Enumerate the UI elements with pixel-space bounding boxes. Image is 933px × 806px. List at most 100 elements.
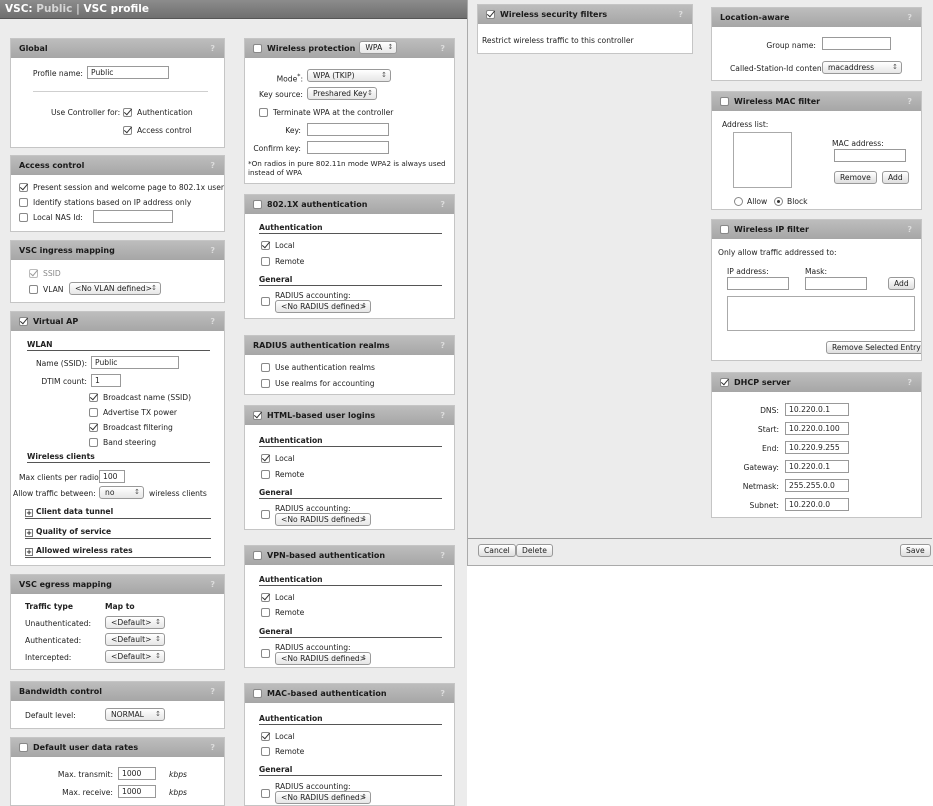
local-checkbox[interactable]: Local: [261, 453, 295, 464]
checkbox-icon[interactable]: [261, 379, 270, 388]
radius-accounting-select[interactable]: <No RADIUS defined>: [275, 513, 371, 526]
help-icon[interactable]: ?: [210, 39, 215, 58]
checkbox-icon[interactable]: [720, 225, 729, 234]
checkbox-icon[interactable]: [261, 510, 270, 519]
broadcast-name-checkbox[interactable]: Broadcast name (SSID): [89, 392, 191, 403]
checkbox-icon[interactable]: [259, 108, 268, 117]
radius-accounting-checkbox[interactable]: [261, 648, 275, 659]
name-ssid-input[interactable]: Public: [91, 356, 179, 369]
mask-input[interactable]: [805, 277, 867, 290]
broadcast-filtering-checkbox[interactable]: Broadcast filtering: [89, 422, 173, 433]
checkbox-icon[interactable]: [253, 200, 262, 209]
checkbox-icon[interactable]: [261, 789, 270, 798]
key-input[interactable]: [307, 123, 389, 136]
checkbox-icon[interactable]: [261, 241, 270, 250]
mode-select[interactable]: WPA (TKIP): [307, 69, 391, 82]
ip-address-input[interactable]: [727, 277, 789, 290]
local-nas-id-checkbox[interactable]: Local NAS Id:: [19, 212, 83, 223]
checkbox-icon[interactable]: [253, 411, 262, 420]
use-controller-access-control[interactable]: Access control: [123, 125, 192, 136]
checkbox-icon[interactable]: [19, 183, 28, 192]
checkbox-icon[interactable]: [720, 97, 729, 106]
default-level-select[interactable]: NORMAL: [105, 708, 165, 721]
checkbox-icon[interactable]: [261, 593, 270, 602]
expand-icon[interactable]: +: [25, 509, 33, 517]
checkbox-icon[interactable]: [19, 213, 28, 222]
protection-type-select[interactable]: WPA: [359, 41, 398, 54]
egress-unauthenticated-select[interactable]: <Default>: [105, 616, 165, 629]
start-input[interactable]: 10.220.0.100: [785, 422, 849, 435]
help-icon[interactable]: ?: [907, 92, 912, 111]
remove-selected-button[interactable]: Remove Selected Entry: [826, 341, 921, 354]
address-list[interactable]: [733, 132, 792, 188]
end-input[interactable]: 10.220.9.255: [785, 441, 849, 454]
profile-name-input[interactable]: Public: [87, 66, 169, 79]
help-icon[interactable]: ?: [440, 195, 445, 214]
identify-stations-checkbox[interactable]: Identify stations based on IP address on…: [19, 197, 191, 208]
add-button[interactable]: Add: [882, 171, 909, 184]
checkbox-icon[interactable]: [253, 44, 262, 53]
key-source-select[interactable]: Preshared Key: [307, 87, 377, 100]
radius-accounting-select[interactable]: <No RADIUS defined>: [275, 791, 371, 804]
help-icon[interactable]: ?: [210, 156, 215, 175]
checkbox-icon[interactable]: [89, 393, 98, 402]
help-icon[interactable]: ?: [907, 8, 912, 27]
egress-intercepted-select[interactable]: <Default>: [105, 650, 165, 663]
checkbox-icon[interactable]: [89, 408, 98, 417]
remove-button[interactable]: Remove: [834, 171, 877, 184]
help-icon[interactable]: ?: [210, 682, 215, 701]
max-transmit-input[interactable]: 1000: [118, 767, 156, 780]
client-data-tunnel-expander[interactable]: + Client data tunnel: [25, 506, 113, 517]
save-button[interactable]: Save: [900, 544, 931, 557]
subnet-input[interactable]: 10.220.0.0: [785, 498, 849, 511]
dtim-count-input[interactable]: 1: [91, 374, 121, 387]
radio-icon[interactable]: [734, 197, 743, 206]
expand-icon[interactable]: +: [25, 548, 33, 556]
terminate-wpa-checkbox[interactable]: Terminate WPA at the controller: [259, 107, 393, 118]
delete-button[interactable]: Delete: [516, 544, 553, 557]
radius-accounting-checkbox[interactable]: [261, 509, 275, 520]
mac-address-input[interactable]: [834, 149, 906, 162]
use-realms-accounting-checkbox[interactable]: Use realms for accounting: [261, 378, 375, 389]
checkbox-icon[interactable]: [261, 470, 270, 479]
checkbox-icon[interactable]: [261, 608, 270, 617]
radio-icon[interactable]: [774, 197, 783, 206]
allow-traffic-select[interactable]: no: [99, 486, 144, 499]
add-button[interactable]: Add: [888, 277, 915, 290]
vlan-checkbox[interactable]: VLAN: [29, 284, 63, 295]
use-controller-authentication[interactable]: Authentication: [123, 107, 193, 118]
vlan-select[interactable]: <No VLAN defined>: [69, 282, 161, 295]
ip-entries-list[interactable]: [727, 296, 915, 331]
help-icon[interactable]: ?: [907, 220, 912, 239]
max-receive-input[interactable]: 1000: [118, 785, 156, 798]
checkbox-icon[interactable]: [720, 378, 729, 387]
radius-accounting-checkbox[interactable]: [261, 296, 275, 307]
help-icon[interactable]: ?: [907, 373, 912, 392]
checkbox-icon[interactable]: [123, 108, 132, 117]
band-steering-checkbox[interactable]: Band steering: [89, 437, 156, 448]
checkbox-icon[interactable]: [261, 747, 270, 756]
help-icon[interactable]: ?: [678, 5, 683, 24]
radius-accounting-select[interactable]: <No RADIUS defined>: [275, 300, 371, 313]
radius-accounting-select[interactable]: <No RADIUS defined>: [275, 652, 371, 665]
use-realms-checkbox[interactable]: Use authentication realms: [261, 362, 375, 373]
local-checkbox[interactable]: Local: [261, 240, 295, 251]
checkbox-icon[interactable]: [261, 732, 270, 741]
checkbox-icon[interactable]: [486, 10, 495, 19]
help-icon[interactable]: ?: [210, 738, 215, 757]
gateway-input[interactable]: 10.220.0.1: [785, 460, 849, 473]
help-icon[interactable]: ?: [210, 575, 215, 594]
help-icon[interactable]: ?: [440, 336, 445, 355]
allowed-rates-expander[interactable]: + Allowed wireless rates: [25, 545, 133, 556]
called-station-select[interactable]: macaddress: [822, 61, 902, 74]
allow-radio[interactable]: Allow: [734, 196, 767, 207]
help-icon[interactable]: ?: [440, 684, 445, 703]
remote-checkbox[interactable]: Remote: [261, 607, 304, 618]
checkbox-icon[interactable]: [89, 423, 98, 432]
egress-authenticated-select[interactable]: <Default>: [105, 633, 165, 646]
help-icon[interactable]: ?: [440, 39, 445, 58]
block-radio[interactable]: Block: [774, 196, 808, 207]
checkbox-icon[interactable]: [19, 743, 28, 752]
dns-input[interactable]: 10.220.0.1: [785, 403, 849, 416]
checkbox-icon[interactable]: [261, 454, 270, 463]
